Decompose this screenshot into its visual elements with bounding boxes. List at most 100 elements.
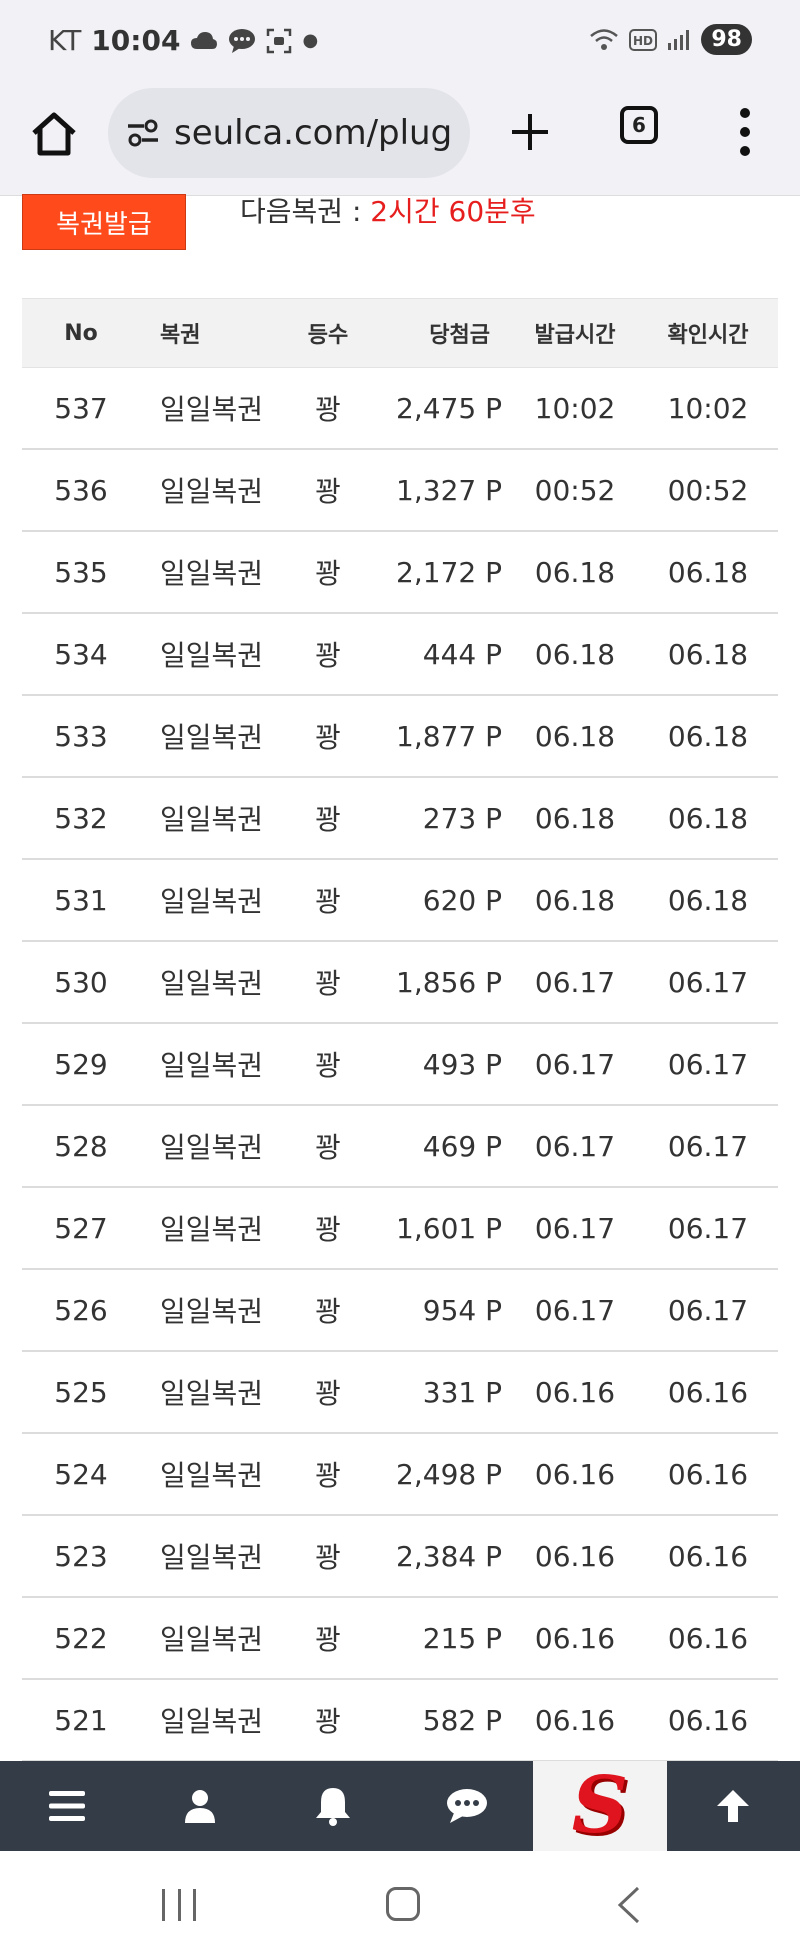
- cell-issued-time: 06.16: [534, 1375, 616, 1409]
- table-body: 537 일일복권 꽝 2,475 P 10:02 10:02 536 일일복권 꽝 1,327 P…: [22, 368, 778, 1762]
- tab-switcher-button[interactable]: 6: [620, 106, 658, 144]
- nav-user-button[interactable]: [133, 1761, 266, 1851]
- cell-prize: 2,475 P: [396, 391, 502, 425]
- table-row: 536 일일복권 꽝 1,327 P 00:52 00:52: [22, 450, 778, 532]
- arrow-up-icon: [717, 1790, 750, 1822]
- cell-rank: 꽝: [315, 1541, 341, 1574]
- back-icon[interactable]: [612, 1885, 646, 1925]
- cell-prize: 582 P: [422, 1703, 502, 1737]
- cell-checked-time: 06.18: [667, 883, 749, 917]
- cell-checked-time: 06.18: [667, 637, 749, 671]
- cell-issued-time: 10:02: [534, 391, 616, 425]
- hd-icon: HD: [629, 28, 658, 51]
- cell-issued-time: 06.18: [534, 883, 616, 917]
- cell-rank: 꽝: [315, 1131, 341, 1164]
- cell-lottery: 일일복권: [160, 967, 264, 1000]
- screenshot-icon: [267, 28, 292, 53]
- clock: 10:04: [91, 24, 181, 57]
- cell-rank: 꽝: [315, 1459, 341, 1492]
- cell-lottery: 일일복권: [160, 885, 264, 918]
- cell-checked-time: 06.16: [667, 1703, 749, 1737]
- cell-no: 533: [54, 719, 108, 753]
- signal-icon: [668, 29, 690, 50]
- issue-lottery-button[interactable]: 복권발급: [22, 194, 186, 250]
- lottery-table: No 복권 등수 당첨금 발급시간 확인시간 537 일일복권 꽝 2,475 P 10…: [22, 298, 778, 1762]
- cell-lottery: 일일복권: [160, 803, 264, 836]
- nav-menu-button[interactable]: [0, 1761, 133, 1851]
- header-issued-time: 발급시간: [534, 323, 616, 348]
- cell-prize: 2,172 P: [396, 555, 502, 589]
- cell-issued-time: 06.17: [534, 1293, 616, 1327]
- recents-icon: [162, 1889, 165, 1921]
- table-row: 525 일일복권 꽝 331 P 06.16 06.16: [22, 1352, 778, 1434]
- cell-lottery: 일일복권: [160, 1213, 264, 1246]
- cell-prize: 620 P: [422, 883, 502, 917]
- cell-checked-time: 06.16: [667, 1457, 749, 1491]
- cell-lottery: 일일복권: [160, 1295, 264, 1328]
- cell-rank: 꽝: [315, 393, 341, 426]
- cell-issued-time: 06.17: [534, 1129, 616, 1163]
- home-icon: [32, 112, 76, 156]
- system-nav-bar: [0, 1851, 800, 1956]
- battery-indicator: 98: [701, 24, 752, 55]
- recents-icon: [193, 1889, 196, 1921]
- home-button[interactable]: [24, 104, 84, 164]
- nav-chat-button[interactable]: [400, 1761, 533, 1851]
- scroll-top-button[interactable]: [667, 1761, 800, 1851]
- cell-rank: 꽝: [315, 1049, 341, 1082]
- cell-rank: 꽝: [315, 1705, 341, 1738]
- cell-prize: 2,384 P: [396, 1539, 502, 1573]
- address-bar[interactable]: seulca.com/plug: [108, 88, 470, 178]
- cell-checked-time: 06.16: [667, 1375, 749, 1409]
- dot-icon: ●: [302, 30, 319, 51]
- site-settings-icon[interactable]: [126, 119, 160, 147]
- dot-icon: [740, 146, 750, 156]
- cell-rank: 꽝: [315, 1295, 341, 1328]
- table-row: 532 일일복권 꽝 273 P 06.18 06.18: [22, 778, 778, 860]
- cell-lottery: 일일복권: [160, 393, 264, 426]
- cell-issued-time: 06.16: [534, 1703, 616, 1737]
- system-home-button[interactable]: [386, 1887, 420, 1921]
- table-row: 533 일일복권 꽝 1,877 P 06.18 06.18: [22, 696, 778, 778]
- table-row: 534 일일복권 꽝 444 P 06.18 06.18: [22, 614, 778, 696]
- table-row: 526 일일복권 꽝 954 P 06.17 06.17: [22, 1270, 778, 1352]
- cell-checked-time: 06.17: [667, 1047, 749, 1081]
- more-options-button[interactable]: [730, 102, 760, 162]
- cell-checked-time: 00:52: [667, 473, 749, 507]
- dot-icon: [740, 127, 750, 137]
- cell-checked-time: 06.17: [667, 1129, 749, 1163]
- cell-no: 532: [54, 801, 108, 835]
- cell-no: 522: [54, 1621, 108, 1655]
- cell-issued-time: 00:52: [534, 473, 616, 507]
- cell-prize: 1,856 P: [396, 965, 502, 999]
- cell-no: 535: [54, 555, 108, 589]
- header-rank: 등수: [307, 323, 349, 348]
- recents-button[interactable]: [162, 1889, 196, 1921]
- cell-prize: 331 P: [422, 1375, 502, 1409]
- cell-no: 527: [54, 1211, 108, 1245]
- cell-prize: 215 P: [422, 1621, 502, 1655]
- new-tab-button[interactable]: [500, 102, 560, 162]
- cell-checked-time: 06.17: [667, 1293, 749, 1327]
- table-row: 528 일일복권 꽝 469 P 06.17 06.17: [22, 1106, 778, 1188]
- table-row: 523 일일복권 꽝 2,384 P 06.16 06.16: [22, 1516, 778, 1598]
- carrier: KT: [48, 24, 82, 57]
- table-row: 530 일일복권 꽝 1,856 P 06.17 06.17: [22, 942, 778, 1024]
- table-row: 535 일일복권 꽝 2,172 P 06.18 06.18: [22, 532, 778, 614]
- site-logo[interactable]: S: [533, 1761, 667, 1851]
- app-bottom-nav: S: [0, 1761, 800, 1851]
- wifi-icon: [590, 28, 619, 50]
- cell-prize: 469 P: [422, 1129, 502, 1163]
- cell-no: 529: [54, 1047, 108, 1081]
- cell-no: 531: [54, 883, 108, 917]
- cell-checked-time: 06.18: [667, 719, 749, 753]
- cell-lottery: 일일복권: [160, 1541, 264, 1574]
- cell-issued-time: 06.17: [534, 965, 616, 999]
- cell-rank: 꽝: [315, 1623, 341, 1656]
- user-icon: [184, 1790, 215, 1823]
- cell-rank: 꽝: [315, 967, 341, 1000]
- cell-no: 528: [54, 1129, 108, 1163]
- nav-notification-button[interactable]: [267, 1761, 400, 1851]
- cell-rank: 꽝: [315, 721, 341, 754]
- cell-lottery: 일일복권: [160, 1459, 264, 1492]
